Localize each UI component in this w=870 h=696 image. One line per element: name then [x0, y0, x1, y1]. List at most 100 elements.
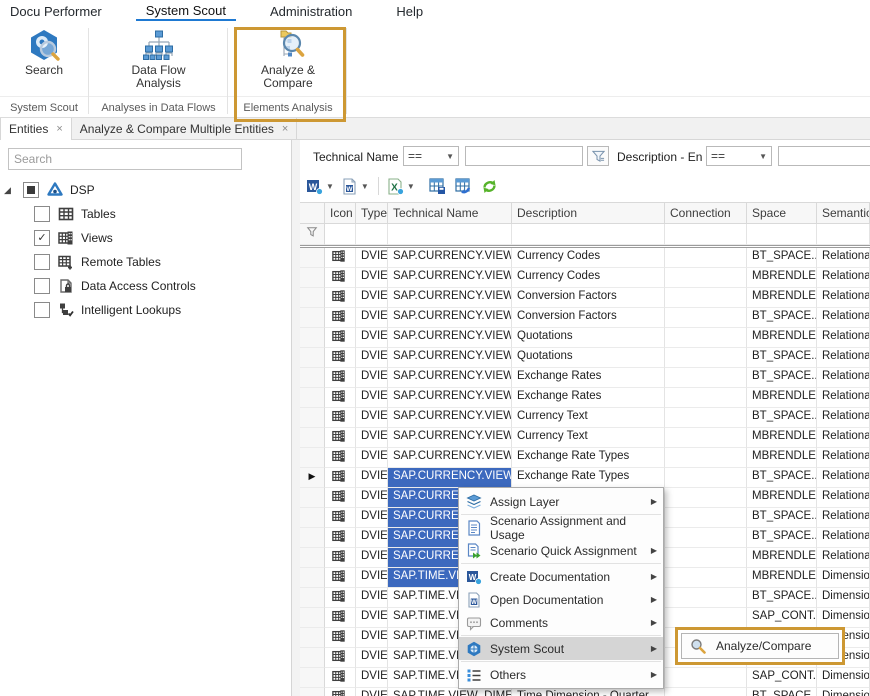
grid-header-row: Icon Type Technical Name Description Con… [300, 202, 870, 224]
table-row[interactable]: DVIESAP.CURRENCY.VIEW.TQuotationsMBRENDL… [300, 328, 870, 348]
svg-text:X: X [391, 182, 398, 193]
technical-name-cell[interactable]: SAP.CURRENCY.VIEW.T [388, 248, 512, 268]
semantic-usage-cell: Relational [817, 388, 870, 408]
row-indicator [300, 328, 325, 348]
data-access-controls-checkbox[interactable] [34, 278, 50, 294]
column-header-description[interactable]: Description [512, 203, 665, 224]
tree-node-data-access-controls[interactable]: Data Access Controls [0, 274, 291, 298]
menu-help[interactable]: Help [386, 2, 433, 21]
table-row[interactable]: DVIESAP.CURRENCY.VIEW.TCurrency TextBT_S… [300, 408, 870, 428]
menu-item-comments[interactable]: Comments ▶ [459, 611, 663, 634]
tree-node-label: Intelligent Lookups [81, 303, 181, 317]
tab-entities[interactable]: Entities × [0, 118, 72, 140]
table-row[interactable]: DVIESAP.CURRENCY.VIEW.TExchange RatesBT_… [300, 368, 870, 388]
filter-cell[interactable] [747, 224, 817, 245]
table-row[interactable]: DVIESAP.CURRENCY.VIEW.TCurrency TextMBRE… [300, 428, 870, 448]
panel-splitter[interactable] [292, 140, 300, 696]
column-header-connection[interactable]: Connection [665, 203, 747, 224]
tree-node-intelligent-lookups[interactable]: Intelligent Lookups [0, 298, 291, 322]
type-cell: DVIE [356, 528, 388, 548]
semantic-usage-cell: Relational [817, 428, 870, 448]
menu-item-others[interactable]: Others ▶ [459, 663, 663, 686]
filter-cell[interactable] [325, 224, 356, 245]
table-row[interactable]: DVIESAP.CURRENCY.VIEW.TExchange RatesMBR… [300, 388, 870, 408]
type-cell: DVIE [356, 328, 388, 348]
technical-name-cell[interactable]: SAP.CURRENCY.VIEW.T [388, 428, 512, 448]
filter-field2-operator-dropdown[interactable]: ==▼ [706, 146, 772, 166]
technical-name-cell[interactable]: SAP.CURRENCY.VIEW.T [388, 328, 512, 348]
column-header-semantic-usage[interactable]: Semantic Usage [817, 203, 870, 224]
tables-checkbox[interactable] [34, 206, 50, 222]
tab-analyze-compare-multiple-entities[interactable]: Analyze & Compare Multiple Entities × [72, 118, 298, 139]
technical-name-cell[interactable]: SAP.CURRENCY.VIEW.T [388, 308, 512, 328]
filter-cell[interactable] [665, 224, 747, 245]
excel-export-icon[interactable]: X [387, 178, 404, 195]
menu-item-scenario-quick-assignment[interactable]: Scenario Quick Assignment ▶ [459, 539, 663, 562]
technical-name-cell[interactable]: SAP.CURRENCY.VIEW.T [388, 448, 512, 468]
table-row[interactable]: DVIESAP.CURRENCY.VIEW.TCurrency CodesMBR… [300, 268, 870, 288]
column-header-technical-name[interactable]: Technical Name [388, 203, 512, 224]
filter-cell[interactable] [388, 224, 512, 245]
column-header-type[interactable]: Type [356, 203, 388, 224]
technical-name-cell[interactable]: SAP.TIME.VIEW_DIMENS... [388, 688, 512, 696]
tree-node-remote-tables[interactable]: Remote Tables [0, 250, 291, 274]
close-icon[interactable]: × [56, 123, 62, 135]
menu-item-open-documentation[interactable]: W Open Documentation ▶ [459, 588, 663, 611]
row-indicator [300, 628, 325, 648]
filter-options-button[interactable] [587, 146, 609, 166]
chevron-down-icon[interactable]: ▼ [361, 182, 369, 191]
menu-item-create-documentation[interactable]: W Create Documentation ▶ [459, 565, 663, 588]
table-row[interactable]: DVIESAP.TIME.VIEW_DIMENS...Time Dimensio… [300, 688, 870, 696]
menu-item-analyze-compare[interactable]: Analyze/Compare [681, 633, 839, 659]
refresh-icon[interactable] [481, 178, 498, 195]
data-flow-analysis-button[interactable]: Data FlowAnalysis [90, 26, 227, 94]
search-button[interactable]: Search [0, 26, 88, 94]
word-open-icon[interactable]: W [341, 178, 358, 195]
search-input[interactable] [8, 148, 242, 170]
menu-system-scout[interactable]: System Scout [136, 1, 236, 21]
menu-item-system-scout[interactable]: System Scout ▶ [459, 637, 663, 660]
filter-field1-input[interactable] [465, 146, 583, 166]
tree-node-views[interactable]: Views [0, 226, 291, 250]
filter-cell[interactable] [356, 224, 388, 245]
technical-name-cell[interactable]: SAP.CURRENCY.VIEW.T [388, 288, 512, 308]
column-header-space[interactable]: Space [747, 203, 817, 224]
table-row[interactable]: DVIESAP.CURRENCY.VIEW.TConversion Factor… [300, 288, 870, 308]
remote-tables-checkbox[interactable] [34, 254, 50, 270]
intelligent-lookups-checkbox[interactable] [34, 302, 50, 318]
views-checkbox[interactable] [34, 230, 50, 246]
submenu-arrow-icon: ▶ [651, 572, 657, 581]
dsp-checkbox[interactable] [23, 182, 39, 198]
technical-name-cell[interactable]: SAP.CURRENCY.VIEW.T [388, 468, 512, 488]
tree-node-dsp[interactable]: ◢ DSP [0, 178, 291, 202]
table-row[interactable]: DVIESAP.CURRENCY.VIEW.TExchange Rate Typ… [300, 448, 870, 468]
tree-node-tables[interactable]: Tables [0, 202, 291, 226]
column-header-icon[interactable]: Icon [325, 203, 356, 224]
view-icon [325, 588, 356, 608]
chevron-down-icon[interactable]: ▼ [407, 182, 415, 191]
filter-cell[interactable] [512, 224, 665, 245]
menu-item-assign-layer[interactable]: Assign Layer ▶ [459, 490, 663, 513]
technical-name-cell[interactable]: SAP.CURRENCY.VIEW.T [388, 268, 512, 288]
technical-name-cell[interactable]: SAP.CURRENCY.VIEW.T [388, 348, 512, 368]
menu-administration[interactable]: Administration [260, 2, 362, 21]
technical-name-cell[interactable]: SAP.CURRENCY.VIEW.T [388, 368, 512, 388]
grid-save-icon[interactable] [429, 178, 446, 195]
word-export-icon[interactable]: W [306, 178, 323, 195]
close-icon[interactable]: × [282, 123, 288, 135]
table-row[interactable]: DVIESAP.CURRENCY.VIEW.TConversion Factor… [300, 308, 870, 328]
technical-name-cell[interactable]: SAP.CURRENCY.VIEW.T [388, 388, 512, 408]
filter-field1-operator-dropdown[interactable]: ==▼ [403, 146, 459, 166]
table-row[interactable]: DVIESAP.CURRENCY.VIEW.TQuotationsBT_SPAC… [300, 348, 870, 368]
technical-name-cell[interactable]: SAP.CURRENCY.VIEW.T [388, 408, 512, 428]
grid-import-icon[interactable] [455, 178, 472, 195]
menu-item-scenario-assignment-usage[interactable]: Scenario Assignment and Usage [459, 516, 663, 539]
expander-icon[interactable]: ◢ [4, 186, 16, 195]
filter-field2-input[interactable] [778, 146, 870, 166]
analyze-compare-button[interactable]: Analyze &Compare [237, 26, 339, 94]
menu-docu-performer[interactable]: Docu Performer [0, 2, 112, 21]
table-row[interactable]: DVIESAP.CURRENCY.VIEW.TCurrency CodesBT_… [300, 248, 870, 268]
chevron-down-icon[interactable]: ▼ [326, 182, 334, 191]
filter-cell[interactable] [817, 224, 870, 245]
table-row[interactable]: ▶DVIESAP.CURRENCY.VIEW.TExchange Rate Ty… [300, 468, 870, 488]
